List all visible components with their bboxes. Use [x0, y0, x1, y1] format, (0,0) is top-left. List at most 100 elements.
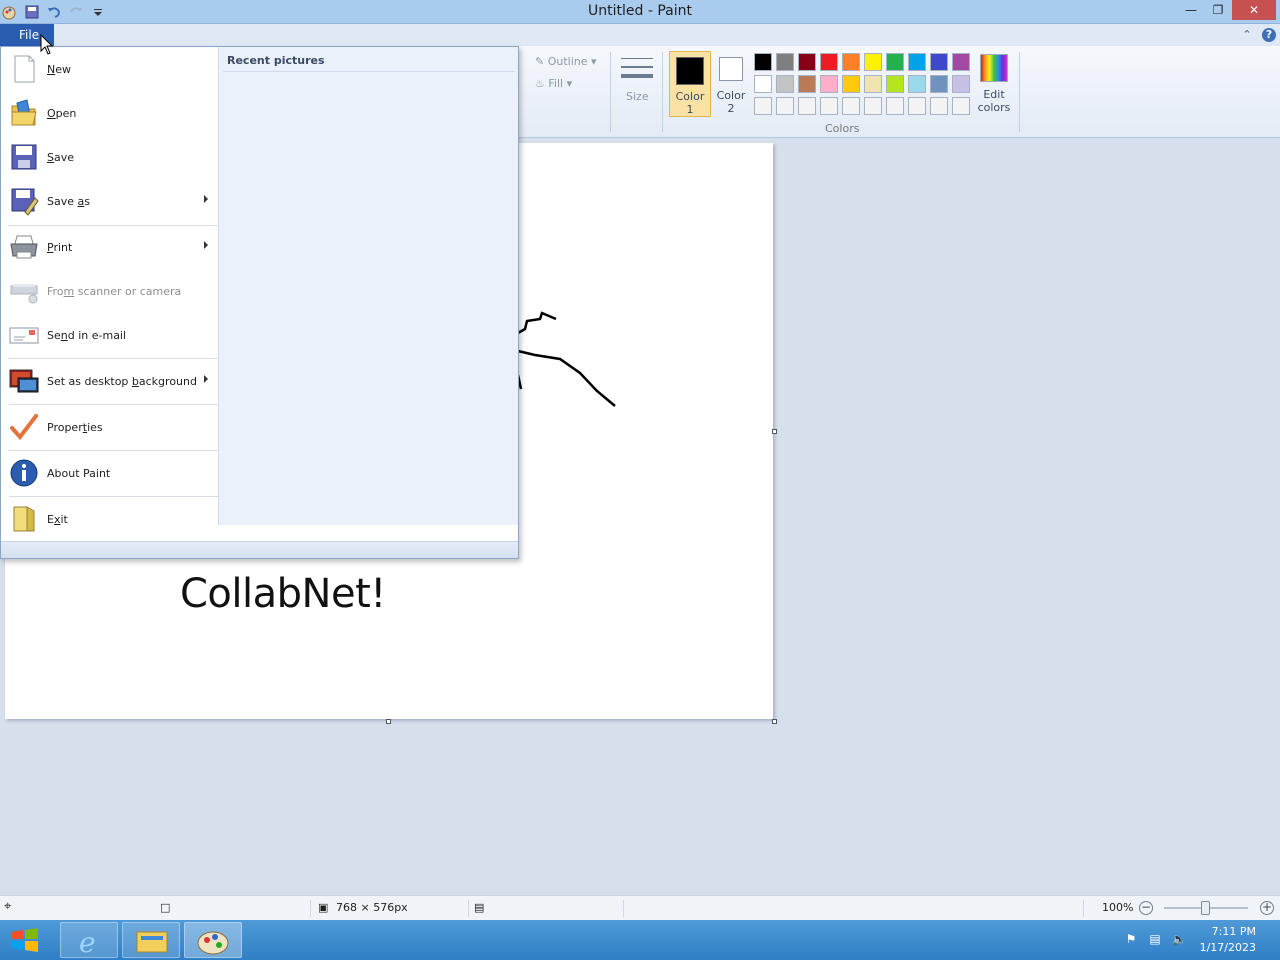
menu-item-label: From scanner or camera — [47, 284, 182, 298]
menu-item-from-scanner[interactable]: From scanner or camera — [1, 269, 218, 313]
fill-bucket-icon: ♨ — [535, 77, 545, 90]
checkmark-icon — [9, 412, 39, 442]
menu-item-open[interactable]: Open — [1, 91, 218, 135]
outline-button[interactable]: ✎ Outline ▾ — [535, 55, 597, 68]
palette-swatch[interactable] — [820, 97, 838, 115]
minimize-button[interactable]: — — [1178, 0, 1204, 20]
menu-item-exit[interactable]: Exit — [1, 497, 218, 541]
menu-item-label: Set as desktop background — [47, 374, 197, 388]
palette-swatch[interactable] — [886, 75, 904, 93]
palette-swatch[interactable] — [886, 53, 904, 71]
palette-swatch[interactable] — [776, 97, 794, 115]
submenu-arrow-icon — [204, 241, 208, 249]
palette-swatch[interactable] — [930, 97, 948, 115]
menu-item-print[interactable]: Print — [1, 225, 218, 269]
edit-colors-label-1: Edit — [983, 88, 1005, 101]
color1-selector[interactable]: Color 1 — [669, 51, 711, 117]
network-icon[interactable]: ▤ — [1147, 932, 1163, 948]
canvas-size-icon: ▣ — [318, 901, 329, 914]
size-button[interactable]: Size — [618, 52, 656, 116]
palette-swatch[interactable] — [952, 75, 970, 93]
zoom-slider-thumb[interactable] — [1201, 901, 1210, 915]
taskbar-file-explorer[interactable] — [122, 922, 180, 958]
mouse-cursor-icon — [40, 34, 54, 55]
desktop-background-icon — [9, 366, 39, 396]
palette-swatch[interactable] — [842, 97, 860, 115]
menu-item-label: Print — [47, 240, 73, 254]
help-icon[interactable]: ? — [1262, 28, 1276, 42]
recent-pictures-title: Recent pictures — [227, 54, 325, 67]
taskbar-internet-explorer[interactable]: e — [60, 922, 118, 959]
color2-label: Color — [716, 89, 746, 102]
palette-swatch[interactable] — [886, 97, 904, 115]
color1-label: Color — [675, 90, 705, 103]
palette-swatch[interactable] — [930, 53, 948, 71]
palette-swatch[interactable] — [864, 53, 882, 71]
submenu-arrow-icon — [204, 195, 208, 203]
action-center-flag-icon[interactable]: ⚑ — [1123, 932, 1139, 948]
palette-swatch[interactable] — [908, 75, 926, 93]
palette-swatch[interactable] — [798, 53, 816, 71]
resize-handle-bottom[interactable] — [386, 719, 391, 724]
menu-item-save-as[interactable]: Save as — [1, 179, 218, 223]
palette-swatch[interactable] — [820, 53, 838, 71]
palette-swatch[interactable] — [754, 53, 772, 71]
menu-item-send-email[interactable]: Send in e-mail — [1, 313, 218, 357]
palette-swatch[interactable] — [952, 53, 970, 71]
close-button[interactable]: ✕ — [1232, 0, 1276, 20]
palette-swatch[interactable] — [754, 75, 772, 93]
color1-swatch — [676, 57, 704, 85]
exit-icon — [9, 504, 39, 534]
minimize-ribbon-icon[interactable]: ⌃ — [1240, 28, 1254, 42]
menu-item-set-desktop-background[interactable]: Set as desktop background — [1, 359, 218, 403]
size-label: Size — [626, 90, 649, 103]
menu-item-new[interactable]: New — [1, 47, 218, 91]
scanner-icon — [9, 276, 39, 306]
palette-swatch[interactable] — [798, 97, 816, 115]
resize-handle-right[interactable] — [772, 429, 777, 434]
palette-swatch[interactable] — [864, 97, 882, 115]
save-disk-icon — [9, 142, 39, 172]
palette-swatch[interactable] — [776, 75, 794, 93]
taskbar-paint[interactable] — [184, 922, 242, 958]
fill-button[interactable]: ♨ Fill ▾ — [535, 77, 572, 90]
edit-colors-label-2: colors — [977, 101, 1011, 114]
palette-swatch[interactable] — [842, 53, 860, 71]
email-icon — [9, 320, 39, 350]
start-button[interactable] — [8, 926, 42, 954]
palette-swatch[interactable] — [908, 97, 926, 115]
save-as-icon — [9, 186, 39, 216]
menu-item-properties[interactable]: Properties — [1, 405, 218, 449]
zoom-in-button[interactable]: + — [1260, 901, 1274, 915]
status-bar: ⌖ □ ▣ 768 × 576px ▤ 100% − + — [0, 895, 1280, 920]
palette-swatch[interactable] — [930, 75, 948, 93]
palette-swatch[interactable] — [842, 75, 860, 93]
edit-colors-button[interactable]: Edit colors — [976, 54, 1012, 114]
outline-icon: ✎ — [535, 55, 545, 68]
palette-swatch[interactable] — [908, 53, 926, 71]
ribbon-tab-row: ⌃ ? — [0, 24, 1280, 46]
system-clock[interactable]: 7:11 PM 1/17/2023 — [1200, 924, 1256, 956]
file-menu: New Open Save Save as Print From scanner… — [0, 46, 519, 559]
zoom-out-button[interactable]: − — [1139, 901, 1153, 915]
restore-button[interactable]: ❐ — [1205, 0, 1231, 20]
color2-selector[interactable]: Color 2 — [713, 51, 749, 117]
taskbar: e ⚑ ▤ 🔈 7:11 PM 1/17/2023 — [0, 920, 1280, 960]
resize-handle-corner[interactable] — [772, 719, 777, 724]
menu-item-label: Send in e-mail — [47, 328, 127, 342]
new-file-icon — [9, 54, 39, 84]
palette-swatch[interactable] — [864, 75, 882, 93]
palette-swatch[interactable] — [820, 75, 838, 93]
palette-swatch[interactable] — [798, 75, 816, 93]
recent-pictures-pane: Recent pictures — [218, 47, 518, 525]
file-tab-label: File — [19, 28, 40, 42]
window-title: Untitled - Paint — [588, 3, 692, 19]
volume-muted-icon[interactable]: 🔈 — [1171, 932, 1187, 948]
menu-item-about-paint[interactable]: About Paint — [1, 451, 218, 495]
menu-item-save[interactable]: Save — [1, 135, 218, 179]
clock-date: 1/17/2023 — [1199, 941, 1256, 954]
palette-swatch[interactable] — [754, 97, 772, 115]
palette-swatch[interactable] — [952, 97, 970, 115]
colors-group-label: Colors — [825, 122, 860, 135]
palette-swatch[interactable] — [776, 53, 794, 71]
